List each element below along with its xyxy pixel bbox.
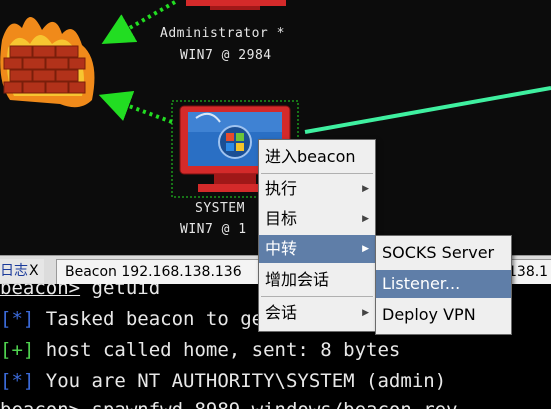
submenu-arrow-icon: ▶ xyxy=(362,244,369,254)
node-selected-host-label: WIN7 @ 1 xyxy=(180,222,247,237)
tab-event-log-label: 日志 xyxy=(0,263,28,279)
firewall-icon xyxy=(0,16,95,108)
tab-event-log[interactable]: 日志X xyxy=(0,259,44,283)
menu-item-socks-server[interactable]: SOCKS Server xyxy=(376,239,511,267)
submenu-arrow-icon: ▶ xyxy=(362,214,369,224)
context-menu: 进入beacon 执行 ▶ 目标 ▶ 中转 ▶ 增加会话 会话 ▶ xyxy=(258,139,376,332)
menu-item-interact[interactable]: 进入beacon xyxy=(259,143,375,171)
menu-item-deploy-vpn[interactable]: Deploy VPN xyxy=(376,301,511,329)
menu-item-listener[interactable]: Listener... xyxy=(376,270,511,298)
pivot-link-line xyxy=(304,86,551,134)
submenu-arrow-icon: ▶ xyxy=(362,308,369,318)
node-top-host-label: WIN7 @ 2984 xyxy=(180,48,272,63)
menu-item-explore[interactable]: 目标 ▶ xyxy=(259,205,375,233)
menu-separator xyxy=(261,296,373,297)
pivoting-submenu: SOCKS Server Listener... Deploy VPN xyxy=(375,235,512,335)
node-top-user-label: Administrator * xyxy=(160,26,285,41)
menu-item-execute[interactable]: 执行 ▶ xyxy=(259,175,375,203)
menu-item-session[interactable]: 会话 ▶ xyxy=(259,299,375,327)
menu-item-spawn[interactable]: 增加会话 xyxy=(259,266,375,294)
submenu-arrow-icon: ▶ xyxy=(362,184,369,194)
console-line: beacon> spawnfwd 8989 windows/beacon_rev xyxy=(0,398,458,409)
menu-separator xyxy=(261,173,373,174)
node-selected-user-label: SYSTEM xyxy=(195,201,245,216)
session-link-arrow-mid xyxy=(98,90,173,124)
compromised-computer-top-icon xyxy=(186,0,286,10)
console-line: [+] host called home, sent: 8 bytes xyxy=(0,339,401,361)
console-line: [*] You are NT AUTHORITY\SYSTEM (admin) xyxy=(0,370,447,392)
menu-item-pivoting[interactable]: 中转 ▶ xyxy=(259,235,375,263)
console-line: beacon> getuid xyxy=(0,284,161,299)
tab-close-icon[interactable]: X xyxy=(29,263,39,279)
